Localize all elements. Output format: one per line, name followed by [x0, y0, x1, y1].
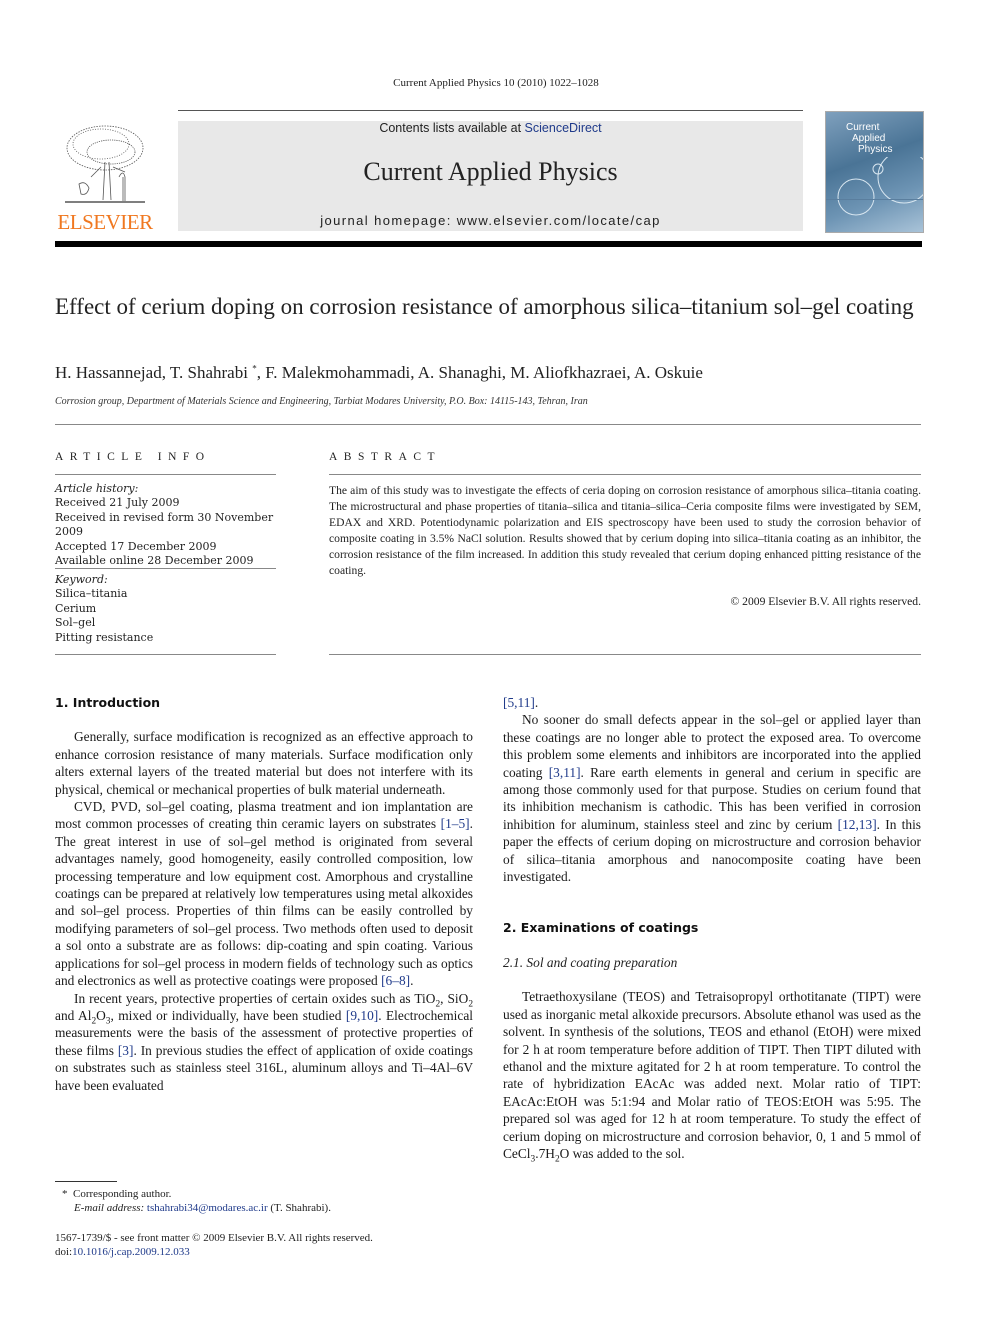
journal-homepage[interactable]: journal homepage: www.elsevier.com/locat…	[178, 213, 803, 228]
citation-link[interactable]: [1–5]	[441, 816, 470, 831]
abstract-rule-top	[329, 474, 921, 475]
keywords: Keyword: Silica–titania Cerium Sol–gel P…	[55, 573, 285, 645]
front-matter: 1567-1739/$ - see front matter © 2009 El…	[55, 1232, 373, 1258]
history-item: Available online 28 December 2009	[55, 554, 254, 568]
header-top-rule	[178, 110, 803, 111]
citation-link[interactable]: [6–8]	[381, 973, 410, 988]
cover-title: Current Applied Physics	[846, 122, 893, 155]
paragraph-continued: [5,11].	[503, 695, 539, 710]
paragraph: No sooner do small defects appear in the…	[503, 712, 921, 885]
article-history: Article history: Received 21 July 2009 R…	[55, 482, 285, 568]
article-info-heading: ARTICLE INFO	[55, 451, 211, 463]
citation-link[interactable]: [12,13]	[838, 817, 877, 832]
elsevier-wordmark: ELSEVIER	[57, 210, 153, 234]
header-thick-rule	[55, 241, 922, 247]
elsevier-tree-icon	[65, 125, 145, 203]
right-column: [5,11]. No sooner do small defects appea…	[503, 694, 921, 1165]
keyword-item: Cerium	[55, 601, 97, 615]
journal-title: Current Applied Physics	[363, 157, 618, 186]
history-rule	[55, 568, 276, 569]
citation-link[interactable]: [9,10]	[346, 1008, 378, 1023]
paragraph: In recent years, protective properties o…	[55, 990, 473, 1093]
section-heading-examinations: 2. Examinations of coatings	[503, 920, 699, 936]
journal-cover-thumbnail[interactable]: Current Applied Physics	[825, 111, 924, 233]
history-item: Received in revised form 30 November 200…	[55, 510, 274, 539]
affiliation: Corrosion group, Department of Materials…	[55, 396, 588, 407]
title-block-rule	[55, 424, 921, 425]
history-item: Accepted 17 December 2009	[55, 539, 217, 553]
paragraph: Generally, surface modification is recog…	[55, 729, 473, 797]
sciencedirect-link[interactable]: ScienceDirect	[525, 121, 602, 135]
footnote-rule	[55, 1181, 117, 1182]
citation-link[interactable]: [3,11]	[549, 765, 581, 780]
citation-link[interactable]: [5,11]	[503, 695, 535, 710]
history-label: Article history:	[55, 482, 139, 495]
author-list: H. Hassannejad, T. Shahrabi *, F. Malekm…	[55, 363, 703, 382]
keyword-label: Keyword:	[55, 573, 108, 586]
doi-link[interactable]: 10.1016/j.cap.2009.12.033	[72, 1246, 190, 1258]
subsection-heading-sol-preparation: 2.1. Sol and coating preparation	[503, 954, 678, 970]
section-heading-introduction: 1. Introduction	[55, 695, 161, 710]
abstract-rule-bottom	[329, 654, 921, 655]
left-column: 1. Introduction Generally, surface modif…	[55, 694, 473, 1094]
keyword-item: Pitting resistance	[55, 630, 154, 644]
article-title: Effect of cerium doping on corrosion res…	[55, 294, 914, 319]
abstract-heading: ABSTRACT	[329, 451, 442, 463]
running-head: Current Applied Physics 10 (2010) 1022–1…	[393, 77, 599, 89]
history-item: Received 21 July 2009	[55, 496, 180, 510]
keywords-rule	[55, 654, 276, 655]
abstract-copyright: © 2009 Elsevier B.V. All rights reserved…	[730, 595, 921, 608]
footnote-corresponding-author: * Corresponding author. E-mail address: …	[62, 1188, 331, 1214]
paragraph: Tetraethoxysilane (TEOS) and Tetraisopro…	[503, 989, 921, 1165]
citation-link[interactable]: [3]	[118, 1043, 134, 1058]
contents-availability: Contents lists available at ScienceDirec…	[379, 121, 602, 135]
abstract-text: The aim of this study was to investigate…	[329, 484, 921, 577]
keyword-item: Silica–titania	[55, 587, 128, 601]
journal-banner: Contents lists available at ScienceDirec…	[178, 121, 803, 231]
email-link[interactable]: tshahrabi34@modares.ac.ir	[147, 1202, 268, 1214]
elsevier-logo[interactable]: ELSEVIER	[55, 122, 155, 234]
article-info-rule	[55, 474, 276, 475]
cover-bubbles-icon	[826, 157, 923, 216]
paragraph: CVD, PVD, sol–gel coating, plasma treatm…	[55, 799, 473, 989]
keyword-item: Sol–gel	[55, 616, 96, 630]
